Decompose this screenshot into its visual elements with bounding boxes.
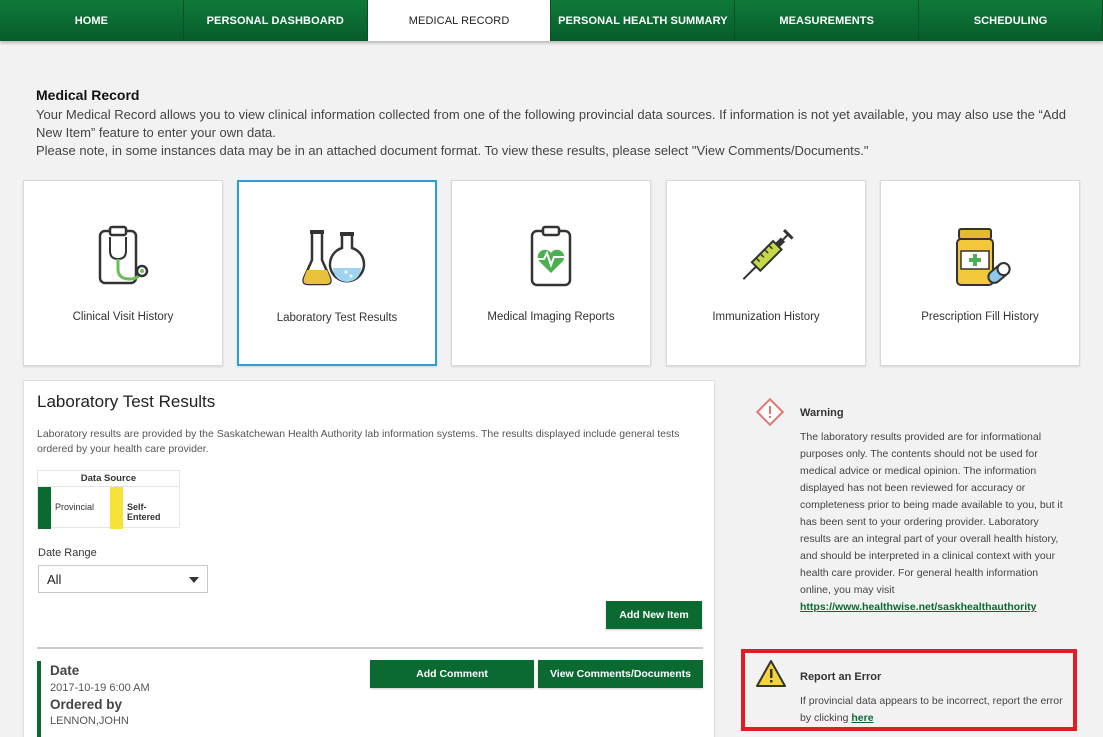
healthwise-link[interactable]: https://www.healthwise.net/saskhealthaut… [800,601,1037,613]
legend-row: Provincial Self-Entered [38,486,179,529]
warning-text: The laboratory results provided are for … [800,431,1063,596]
report-error-box: Report an Error If provincial data appea… [741,649,1077,731]
warning-title: Warning [800,407,844,419]
data-source-legend: Data Source Provincial Self-Entered [37,470,180,529]
card-label: Laboratory Test Results [276,312,398,324]
tab-label: MEASUREMENTS [779,14,875,27]
tab-measurements[interactable]: MEASUREMENTS [735,0,920,41]
record-ordered-heading: Ordered by [50,697,123,712]
syringe-icon [742,229,794,280]
card-clinical-visit-history[interactable]: Clinical Visit History [23,180,223,366]
report-here-link[interactable]: here [851,712,873,724]
view-comments-documents-button[interactable]: View Comments/Documents [538,660,703,688]
warning-body: The laboratory results provided are for … [800,429,1064,616]
self-entered-label: Self-Entered [127,502,161,522]
clipboard-stethoscope-icon [98,225,149,285]
provincial-record-indicator [37,661,41,737]
heart-monitor-clipboard-icon [530,225,572,287]
tab-label: PERSONAL DASHBOARD [206,14,344,27]
divider [37,647,703,649]
tab-label: PERSONAL HEALTH SUMMARY [558,14,728,27]
tab-medical-record[interactable]: MEDICAL RECORD [367,0,552,41]
record-ordered-value: LENNON,JOHN [50,715,129,727]
intro-note: Please note, in some instances data may … [36,143,869,158]
card-prescription-fill-history[interactable]: Prescription Fill History [880,180,1080,366]
lab-results-panel: Laboratory Test Results Laboratory resul… [23,380,715,737]
card-label: Immunization History [712,311,820,323]
warning-diamond-icon [756,398,784,426]
tab-label: MEDICAL RECORD [408,14,510,27]
tab-label: HOME [74,14,109,27]
category-cards: Clinical Visit History Laboratory Test R… [23,180,1081,366]
record-date-value: 2017-10-19 6:00 AM [50,682,150,694]
panel-title: Laboratory Test Results [37,392,216,411]
card-label: Prescription Fill History [921,311,1039,323]
report-body: If provincial data appears to be incorre… [800,693,1070,727]
pill-bottle-icon [956,228,1011,286]
warning-triangle-icon [756,660,786,687]
intro-section: Medical Record Your Medical Record allow… [36,87,1066,160]
card-label: Clinical Visit History [72,311,174,323]
provincial-swatch [38,487,51,529]
record-date-heading: Date [50,663,80,678]
tab-personal-health-summary[interactable]: PERSONAL HEALTH SUMMARY [551,0,736,41]
card-laboratory-test-results[interactable]: Laboratory Test Results [237,180,437,366]
card-label: Medical Imaging Reports [487,311,615,323]
lab-flasks-icon [302,230,366,286]
tab-home[interactable]: HOME [0,0,184,41]
report-title: Report an Error [800,671,882,683]
date-range-value: All [47,572,62,587]
tab-personal-dashboard[interactable]: PERSONAL DASHBOARD [183,0,368,41]
tab-scheduling[interactable]: SCHEDULING [919,0,1103,41]
top-navigation: HOME PERSONAL DASHBOARD MEDICAL RECORD P… [0,0,1103,41]
date-range-label: Date Range [38,547,97,559]
add-comment-button[interactable]: Add Comment [370,660,534,688]
legend-title: Data Source [80,473,137,484]
intro-text: Your Medical Record allows you to view c… [36,107,1066,140]
page-title: Medical Record [36,87,140,103]
add-new-item-button[interactable]: Add New Item [606,601,702,629]
card-medical-imaging-reports[interactable]: Medical Imaging Reports [451,180,651,366]
self-entered-swatch [110,487,123,529]
report-text: If provincial data appears to be incorre… [800,695,1063,724]
chevron-down-icon [189,577,199,583]
panel-description: Laboratory results are provided by the S… [37,428,680,455]
tab-label: SCHEDULING [973,14,1048,27]
date-range-select[interactable]: All [38,565,208,593]
provincial-label: Provincial [55,502,95,512]
card-immunization-history[interactable]: Immunization History [666,180,866,366]
